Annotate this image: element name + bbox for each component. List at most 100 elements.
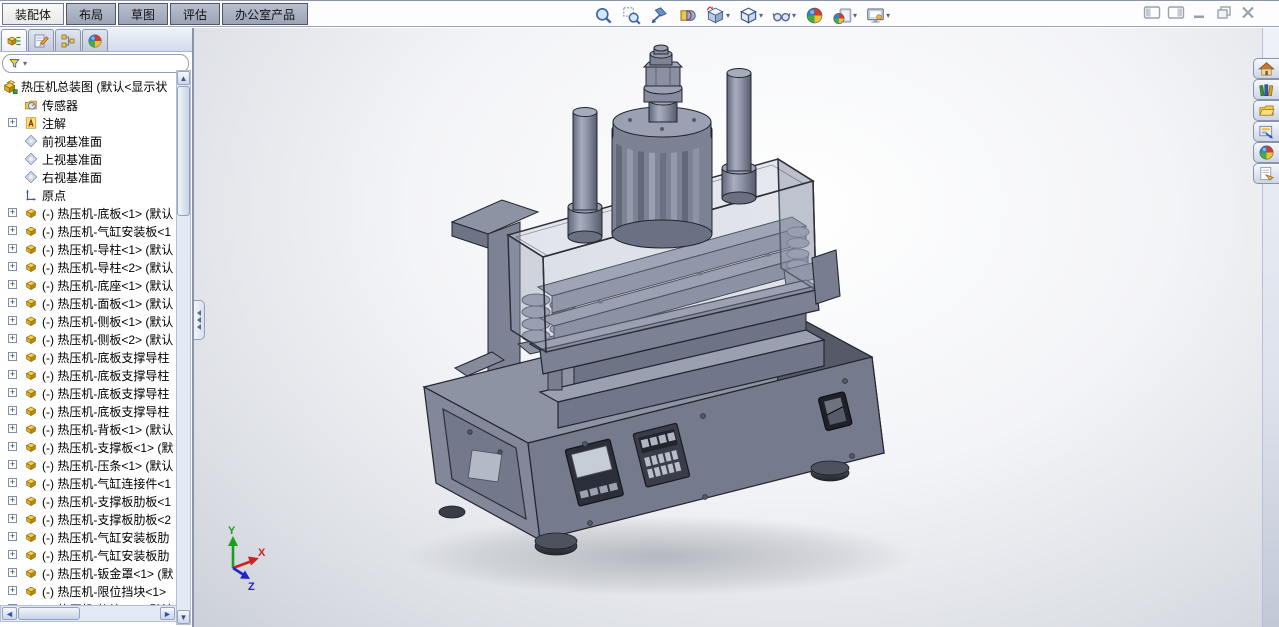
dropdown-caret-icon[interactable]: ▾ bbox=[853, 11, 857, 20]
configurationmanager-tab[interactable] bbox=[55, 29, 81, 51]
tree-item-component[interactable]: + (-) 热压机-导柱<1> (默认 bbox=[0, 240, 176, 258]
zoom-to-fit-button[interactable]: ▾ bbox=[592, 5, 615, 26]
tree-item-top-plane[interactable]: + 上视基准面 bbox=[0, 150, 176, 168]
solidworks-resources-tab[interactable] bbox=[1253, 58, 1279, 79]
panel-splitter-handle[interactable] bbox=[194, 300, 205, 340]
tree-item-component[interactable]: + (-) 热压机-气缸连接件<1 bbox=[0, 474, 176, 492]
tree-item-component[interactable]: + (-) 热压机-底板支撑导柱 bbox=[0, 366, 176, 384]
expand-icon[interactable]: + bbox=[8, 442, 17, 451]
expand-icon[interactable]: + bbox=[8, 496, 17, 505]
custom-properties-tab[interactable] bbox=[1253, 163, 1279, 184]
tab-assembly[interactable]: 装配体 bbox=[2, 3, 65, 25]
tab-sketch[interactable]: 草图 bbox=[118, 3, 169, 25]
propertymanager-tab[interactable] bbox=[28, 29, 54, 51]
vertical-scroll-thumb[interactable] bbox=[177, 86, 190, 216]
guide-column-right[interactable] bbox=[721, 68, 757, 205]
featuremanager-tab[interactable] bbox=[1, 29, 27, 51]
tree-item-component[interactable]: + (-) 热压机-底板<1> (默认 bbox=[0, 204, 176, 222]
graphics-viewport[interactable]: Y X Z bbox=[194, 28, 1279, 627]
tree-item-component[interactable]: + (-) 热压机-气缸安装板<1 bbox=[0, 222, 176, 240]
expand-icon[interactable]: + bbox=[8, 280, 17, 289]
tree-item-origin[interactable]: + 原点 bbox=[0, 186, 176, 204]
limit-stop-block[interactable] bbox=[811, 249, 841, 305]
dropdown-caret-icon[interactable]: ▾ bbox=[886, 11, 890, 20]
file-explorer-tab[interactable] bbox=[1253, 100, 1279, 121]
horizontal-scroll-thumb[interactable] bbox=[18, 607, 80, 620]
expand-icon[interactable]: + bbox=[8, 370, 17, 379]
expand-icon[interactable]: + bbox=[8, 514, 17, 523]
edit-appearance-button[interactable]: ▾ bbox=[803, 5, 826, 26]
filter-input[interactable]: ▾ bbox=[2, 54, 189, 73]
tree-item-component[interactable]: + (-) 热压机-限位挡块<1> bbox=[0, 582, 176, 600]
tree-item-component[interactable]: + (-) 热压机-底板支撑导柱 bbox=[0, 384, 176, 402]
tree-item-sensors[interactable]: + 传感器 bbox=[0, 96, 176, 114]
tree-item-component[interactable]: + (-) 热压机-气缸安装板肋 bbox=[0, 528, 176, 546]
hot-press-machine-model[interactable]: Y X Z bbox=[194, 28, 1279, 627]
tree-item-component[interactable]: + (-) 热压机-侧板<2> (默认 bbox=[0, 330, 176, 348]
tab-evaluate[interactable]: 评估 bbox=[170, 3, 221, 25]
pneumatic-cylinder[interactable] bbox=[611, 44, 713, 249]
previous-view-button[interactable]: ▾ bbox=[648, 5, 671, 26]
close-button[interactable] bbox=[1239, 5, 1257, 25]
scroll-down-arrow[interactable]: ▼ bbox=[177, 610, 190, 624]
displaymanager-tab[interactable] bbox=[82, 29, 108, 51]
tree-item-component[interactable]: + (-) 热压机-底板支撑导柱 bbox=[0, 402, 176, 420]
view-orientation-button[interactable]: ▾ bbox=[704, 5, 732, 26]
expand-icon[interactable]: + bbox=[8, 406, 17, 415]
tree-item-component[interactable]: + (-) 热压机-支撑板肋板<2 bbox=[0, 510, 176, 528]
collapse-left-pane-button[interactable] bbox=[1143, 5, 1161, 25]
dropdown-caret-icon[interactable]: ▾ bbox=[792, 11, 796, 20]
tree-item-component[interactable]: + (-) 热压机-背板<1> (默认 bbox=[0, 420, 176, 438]
expand-icon[interactable]: + bbox=[8, 568, 17, 577]
minimize-button[interactable] bbox=[1191, 5, 1209, 25]
expand-icon[interactable]: + bbox=[8, 118, 17, 127]
expand-icon[interactable]: + bbox=[8, 586, 17, 595]
expand-icon[interactable]: + bbox=[8, 208, 17, 217]
tab-office-products[interactable]: 办公室产品 bbox=[222, 3, 309, 25]
tree-item-annotations[interactable]: + 注解 bbox=[0, 114, 176, 132]
filter-dropdown-caret[interactable]: ▾ bbox=[23, 59, 27, 68]
design-library-tab[interactable] bbox=[1253, 79, 1279, 100]
expand-icon[interactable]: + bbox=[8, 244, 17, 253]
scroll-right-arrow[interactable]: ► bbox=[160, 607, 175, 620]
expand-icon[interactable]: + bbox=[8, 424, 17, 433]
expand-icon[interactable]: + bbox=[8, 478, 17, 487]
tree-item-front-plane[interactable]: + 前视基准面 bbox=[0, 132, 176, 150]
tree-item-component[interactable]: + (-) 热压机-钣金罩<1> (默 bbox=[0, 564, 176, 582]
expand-icon[interactable]: + bbox=[8, 316, 17, 325]
tree-item-component[interactable]: + (-) 热压机-导柱<2> (默认 bbox=[0, 258, 176, 276]
expand-icon[interactable]: + bbox=[8, 460, 17, 469]
expand-icon[interactable]: + bbox=[8, 334, 17, 343]
dropdown-caret-icon[interactable]: ▾ bbox=[759, 11, 763, 20]
hide-show-items-button[interactable]: ▾ bbox=[770, 5, 798, 26]
tree-vertical-scrollbar[interactable]: ▲ ▼ bbox=[176, 70, 191, 625]
scroll-left-arrow[interactable]: ◄ bbox=[2, 607, 17, 620]
expand-icon[interactable]: + bbox=[8, 262, 17, 271]
tree-item-component[interactable]: + (-) 热压机-底板支撑导柱 bbox=[0, 348, 176, 366]
tree-item-component[interactable]: + (-) 热压机-面板<1> (默认 bbox=[0, 294, 176, 312]
expand-icon[interactable]: + bbox=[8, 226, 17, 235]
tree-item-component[interactable]: + (-) 热压机-侧板<1> (默认 bbox=[0, 312, 176, 330]
tree-item-component[interactable]: + (-) 热压机-底座<1> (默认 bbox=[0, 276, 176, 294]
collapse-right-pane-button[interactable] bbox=[1167, 5, 1185, 25]
view-settings-button[interactable]: ▾ bbox=[864, 5, 892, 26]
expand-icon[interactable]: + bbox=[8, 298, 17, 307]
expand-icon[interactable]: + bbox=[8, 550, 17, 559]
section-view-button[interactable]: ▾ bbox=[676, 5, 699, 26]
appearances-scenes-tab[interactable] bbox=[1253, 142, 1279, 163]
scroll-up-arrow[interactable]: ▲ bbox=[177, 71, 190, 85]
apply-scene-button[interactable]: ▾ bbox=[831, 5, 859, 26]
tree-item-component[interactable]: + (-) 热压机-支撑板肋板<1 bbox=[0, 492, 176, 510]
zoom-to-area-button[interactable]: ▾ bbox=[620, 5, 643, 26]
tree-item-component[interactable]: + (-) 热压机-支撑板<1> (默 bbox=[0, 438, 176, 456]
restore-button[interactable] bbox=[1215, 5, 1233, 25]
expand-icon[interactable]: + bbox=[8, 352, 17, 361]
tree-horizontal-scrollbar[interactable]: ◄ ► bbox=[0, 605, 177, 622]
expand-icon[interactable]: + bbox=[8, 388, 17, 397]
display-style-button[interactable]: ▾ bbox=[737, 5, 765, 26]
guide-column-left[interactable] bbox=[567, 107, 603, 244]
view-palette-tab[interactable] bbox=[1253, 121, 1279, 142]
tree-item-component[interactable]: + (-) 热压机-气缸安装板肋 bbox=[0, 546, 176, 564]
tab-layout[interactable]: 布局 bbox=[66, 3, 117, 25]
tree-item-right-plane[interactable]: + 右视基准面 bbox=[0, 168, 176, 186]
